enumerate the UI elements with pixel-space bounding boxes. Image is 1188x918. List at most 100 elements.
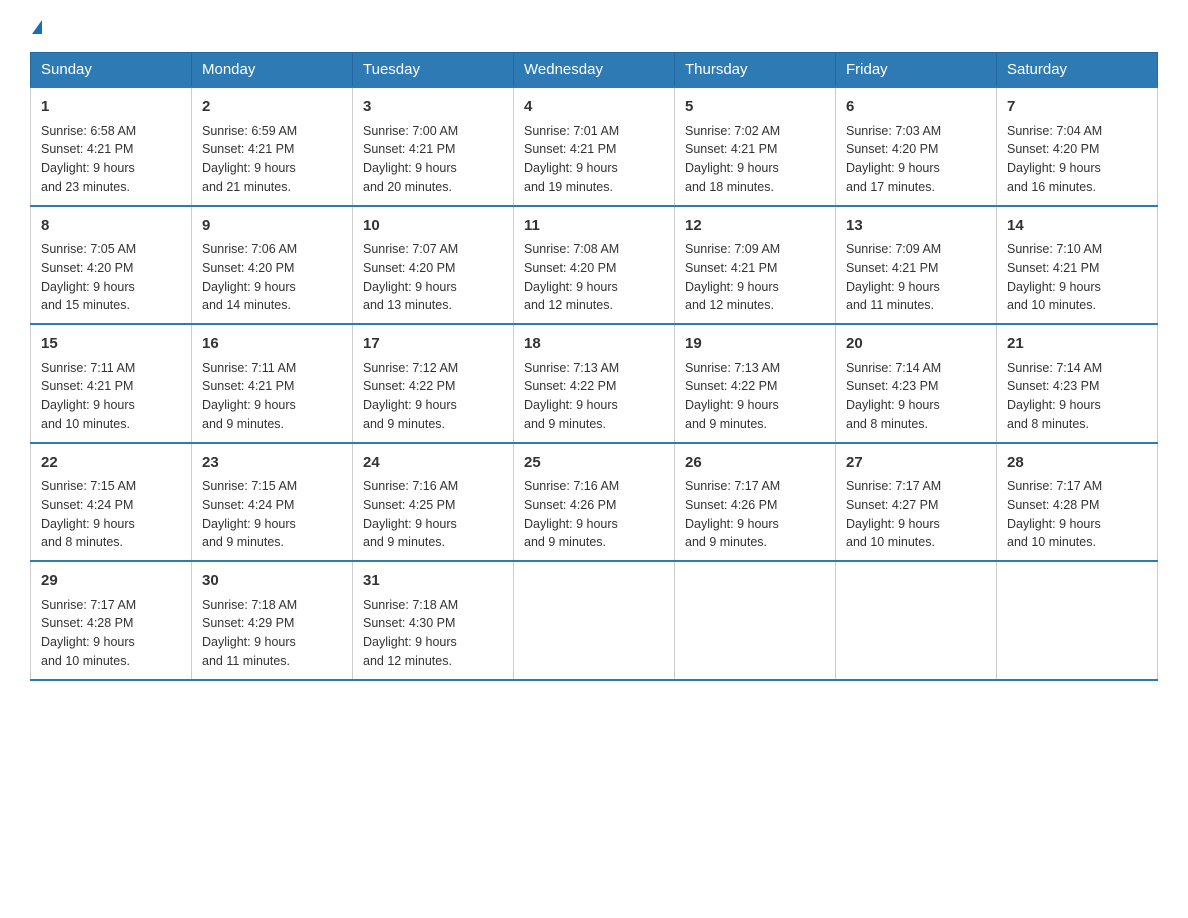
header-saturday: Saturday	[997, 53, 1158, 88]
day-info: Sunrise: 6:58 AMSunset: 4:21 PMDaylight:…	[41, 122, 181, 197]
day-info: Sunrise: 7:08 AMSunset: 4:20 PMDaylight:…	[524, 240, 664, 315]
day-number: 13	[846, 215, 986, 238]
day-number: 9	[202, 215, 342, 238]
day-number: 7	[1007, 96, 1147, 119]
calendar-cell: 9Sunrise: 7:06 AMSunset: 4:20 PMDaylight…	[192, 206, 353, 325]
header-tuesday: Tuesday	[353, 53, 514, 88]
calendar-cell: 31Sunrise: 7:18 AMSunset: 4:30 PMDayligh…	[353, 561, 514, 680]
calendar-cell	[997, 561, 1158, 680]
day-number: 17	[363, 333, 503, 356]
day-info: Sunrise: 7:09 AMSunset: 4:21 PMDaylight:…	[685, 240, 825, 315]
day-number: 1	[41, 96, 181, 119]
day-info: Sunrise: 7:17 AMSunset: 4:26 PMDaylight:…	[685, 477, 825, 552]
day-number: 2	[202, 96, 342, 119]
day-info: Sunrise: 7:06 AMSunset: 4:20 PMDaylight:…	[202, 240, 342, 315]
day-number: 15	[41, 333, 181, 356]
day-info: Sunrise: 7:07 AMSunset: 4:20 PMDaylight:…	[363, 240, 503, 315]
calendar-cell: 24Sunrise: 7:16 AMSunset: 4:25 PMDayligh…	[353, 443, 514, 562]
calendar-cell: 23Sunrise: 7:15 AMSunset: 4:24 PMDayligh…	[192, 443, 353, 562]
calendar-cell: 15 Sunrise: 7:11 AMSunset: 4:21 PMDayligh…	[31, 324, 192, 443]
day-number: 26	[685, 452, 825, 475]
day-number: 14	[1007, 215, 1147, 238]
calendar-week-row: 8Sunrise: 7:05 AMSunset: 4:20 PMDaylight…	[31, 206, 1158, 325]
day-info: Sunrise: 7:02 AMSunset: 4:21 PMDaylight:…	[685, 122, 825, 197]
day-number: 20	[846, 333, 986, 356]
header-friday: Friday	[836, 53, 997, 88]
calendar-cell: 5Sunrise: 7:02 AMSunset: 4:21 PMDaylight…	[675, 87, 836, 206]
calendar-cell	[514, 561, 675, 680]
calendar-cell: 6 Sunrise: 7:03 AMSunset: 4:20 PMDaylight…	[836, 87, 997, 206]
day-info: Sunrise: 7:11 AMSunset: 4:21 PMDaylight:…	[41, 359, 181, 434]
calendar-cell: 12Sunrise: 7:09 AMSunset: 4:21 PMDayligh…	[675, 206, 836, 325]
day-number: 31	[363, 570, 503, 593]
day-info: Sunrise: 7:11 AMSunset: 4:21 PMDaylight:…	[202, 359, 342, 434]
day-number: 29	[41, 570, 181, 593]
calendar-cell: 14Sunrise: 7:10 AMSunset: 4:21 PMDayligh…	[997, 206, 1158, 325]
day-info: Sunrise: 7:00 AMSunset: 4:21 PMDaylight:…	[363, 122, 503, 197]
calendar-cell: 17 Sunrise: 7:12 AMSunset: 4:22 PMDayligh…	[353, 324, 514, 443]
calendar-week-row: 15 Sunrise: 7:11 AMSunset: 4:21 PMDayligh…	[31, 324, 1158, 443]
calendar-cell: 3Sunrise: 7:00 AMSunset: 4:21 PMDaylight…	[353, 87, 514, 206]
calendar-cell: 7 Sunrise: 7:04 AMSunset: 4:20 PMDaylight…	[997, 87, 1158, 206]
calendar-cell: 4Sunrise: 7:01 AMSunset: 4:21 PMDaylight…	[514, 87, 675, 206]
day-info: Sunrise: 7:04 AMSunset: 4:20 PMDaylight:…	[1007, 122, 1147, 197]
calendar-cell: 11Sunrise: 7:08 AMSunset: 4:20 PMDayligh…	[514, 206, 675, 325]
day-number: 28	[1007, 452, 1147, 475]
calendar-cell: 1 Sunrise: 6:58 AMSunset: 4:21 PMDaylight…	[31, 87, 192, 206]
calendar-cell: 26Sunrise: 7:17 AMSunset: 4:26 PMDayligh…	[675, 443, 836, 562]
calendar-table: SundayMondayTuesdayWednesdayThursdayFrid…	[30, 52, 1158, 681]
day-number: 30	[202, 570, 342, 593]
day-info: Sunrise: 7:17 AMSunset: 4:28 PMDaylight:…	[1007, 477, 1147, 552]
day-info: Sunrise: 7:16 AMSunset: 4:25 PMDaylight:…	[363, 477, 503, 552]
calendar-cell: 29 Sunrise: 7:17 AMSunset: 4:28 PMDayligh…	[31, 561, 192, 680]
day-info: Sunrise: 7:13 AMSunset: 4:22 PMDaylight:…	[685, 359, 825, 434]
day-number: 22	[41, 452, 181, 475]
header-monday: Monday	[192, 53, 353, 88]
day-info: Sunrise: 7:17 AMSunset: 4:28 PMDaylight:…	[41, 596, 181, 671]
day-info: Sunrise: 7:17 AMSunset: 4:27 PMDaylight:…	[846, 477, 986, 552]
calendar-cell: 10Sunrise: 7:07 AMSunset: 4:20 PMDayligh…	[353, 206, 514, 325]
calendar-cell: 30Sunrise: 7:18 AMSunset: 4:29 PMDayligh…	[192, 561, 353, 680]
header-wednesday: Wednesday	[514, 53, 675, 88]
calendar-week-row: 1 Sunrise: 6:58 AMSunset: 4:21 PMDaylight…	[31, 87, 1158, 206]
calendar-cell: 16 Sunrise: 7:11 AMSunset: 4:21 PMDayligh…	[192, 324, 353, 443]
day-number: 25	[524, 452, 664, 475]
day-number: 10	[363, 215, 503, 238]
day-number: 6	[846, 96, 986, 119]
calendar-week-row: 29 Sunrise: 7:17 AMSunset: 4:28 PMDayligh…	[31, 561, 1158, 680]
header-sunday: Sunday	[31, 53, 192, 88]
calendar-cell: 2Sunrise: 6:59 AMSunset: 4:21 PMDaylight…	[192, 87, 353, 206]
day-info: Sunrise: 7:12 AMSunset: 4:22 PMDaylight:…	[363, 359, 503, 434]
day-info: Sunrise: 7:13 AMSunset: 4:22 PMDaylight:…	[524, 359, 664, 434]
day-number: 24	[363, 452, 503, 475]
day-number: 27	[846, 452, 986, 475]
day-number: 11	[524, 215, 664, 238]
day-number: 16	[202, 333, 342, 356]
logo	[30, 20, 42, 32]
day-number: 21	[1007, 333, 1147, 356]
day-number: 18	[524, 333, 664, 356]
day-info: Sunrise: 7:15 AMSunset: 4:24 PMDaylight:…	[41, 477, 181, 552]
calendar-cell	[675, 561, 836, 680]
calendar-cell: 19Sunrise: 7:13 AMSunset: 4:22 PMDayligh…	[675, 324, 836, 443]
day-number: 23	[202, 452, 342, 475]
day-info: Sunrise: 7:09 AMSunset: 4:21 PMDaylight:…	[846, 240, 986, 315]
calendar-cell: 28Sunrise: 7:17 AMSunset: 4:28 PMDayligh…	[997, 443, 1158, 562]
calendar-cell: 27Sunrise: 7:17 AMSunset: 4:27 PMDayligh…	[836, 443, 997, 562]
day-number: 4	[524, 96, 664, 119]
day-info: Sunrise: 7:14 AMSunset: 4:23 PMDaylight:…	[846, 359, 986, 434]
day-info: Sunrise: 7:10 AMSunset: 4:21 PMDaylight:…	[1007, 240, 1147, 315]
day-info: Sunrise: 7:16 AMSunset: 4:26 PMDaylight:…	[524, 477, 664, 552]
calendar-cell: 22Sunrise: 7:15 AMSunset: 4:24 PMDayligh…	[31, 443, 192, 562]
day-info: Sunrise: 7:15 AMSunset: 4:24 PMDaylight:…	[202, 477, 342, 552]
day-info: Sunrise: 7:03 AMSunset: 4:20 PMDaylight:…	[846, 122, 986, 197]
calendar-cell	[836, 561, 997, 680]
day-info: Sunrise: 7:14 AMSunset: 4:23 PMDaylight:…	[1007, 359, 1147, 434]
calendar-cell: 13Sunrise: 7:09 AMSunset: 4:21 PMDayligh…	[836, 206, 997, 325]
calendar-cell: 20 Sunrise: 7:14 AMSunset: 4:23 PMDayligh…	[836, 324, 997, 443]
day-number: 12	[685, 215, 825, 238]
calendar-cell: 25Sunrise: 7:16 AMSunset: 4:26 PMDayligh…	[514, 443, 675, 562]
calendar-week-row: 22Sunrise: 7:15 AMSunset: 4:24 PMDayligh…	[31, 443, 1158, 562]
page-header	[30, 20, 1158, 32]
calendar-cell: 21 Sunrise: 7:14 AMSunset: 4:23 PMDayligh…	[997, 324, 1158, 443]
